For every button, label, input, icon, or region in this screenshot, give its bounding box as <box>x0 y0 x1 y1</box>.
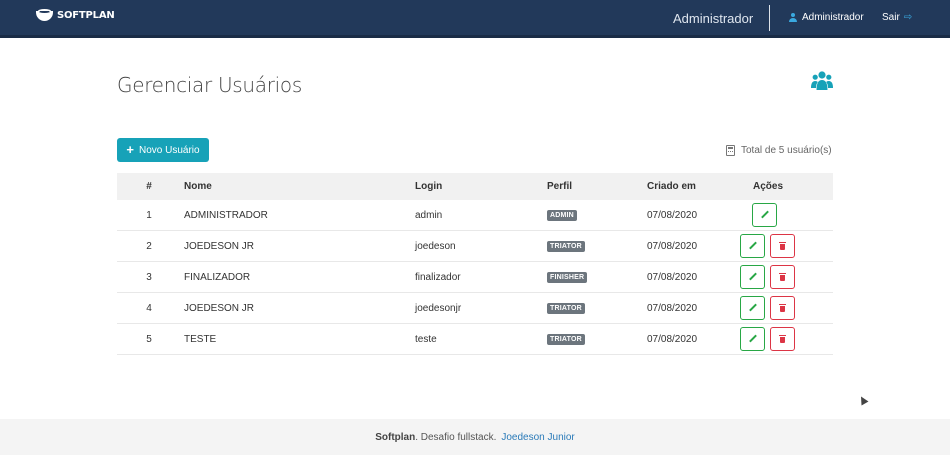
trash-icon <box>779 335 786 343</box>
trash-icon <box>779 273 786 281</box>
table-row: 2 JOEDESON JR joedeson TRIATOR 07/08/202… <box>117 231 833 262</box>
cell-date: 07/08/2020 <box>647 240 698 252</box>
cell-name: JOEDESON JR <box>184 302 255 314</box>
edit-button[interactable] <box>752 203 777 227</box>
row-actions <box>740 296 800 320</box>
pencil-icon <box>749 273 757 281</box>
user-icon <box>789 13 797 22</box>
pencil-icon <box>749 304 757 312</box>
perfil-badge: FINISHER <box>547 271 588 283</box>
logout-link[interactable]: Sair ⇨ <box>882 12 912 23</box>
logout-label: Sair <box>882 12 900 23</box>
cell-login: joedeson <box>415 240 456 252</box>
row-actions <box>752 203 782 227</box>
edit-button[interactable] <box>740 234 765 258</box>
new-user-label: Novo Usuário <box>139 144 200 156</box>
pencil-icon <box>749 335 757 343</box>
header-date: Criado em <box>647 181 696 192</box>
cell-num: 2 <box>146 240 152 252</box>
sign-out-icon: ⇨ <box>903 12 913 23</box>
page-title: Gerenciar Usuários <box>117 73 302 97</box>
nav-user-link[interactable]: Administrador <box>789 12 864 23</box>
cell-login: joedesonjr <box>415 302 462 314</box>
nav-user-name: Administrador <box>802 12 864 23</box>
header-login: Login <box>415 181 443 192</box>
perfil-badge: TRIATOR <box>547 240 585 252</box>
table-row: 3 FINALIZADOR finalizador FINISHER 07/08… <box>117 262 833 293</box>
row-actions <box>740 234 800 258</box>
softplan-logo-icon <box>36 9 53 21</box>
edit-button[interactable] <box>740 327 765 351</box>
table-row: 4 JOEDESON JR joedesonjr TRIATOR 07/08/2… <box>117 293 833 324</box>
footer-company: Softplan <box>375 431 416 443</box>
perfil-badge: TRIATOR <box>547 302 585 314</box>
pencil-icon <box>761 211 769 219</box>
brand-text: SOFTPLAN <box>57 9 115 21</box>
cell-name: JOEDESON JR <box>184 240 255 252</box>
cell-num: 1 <box>146 209 152 221</box>
cell-login: teste <box>415 333 437 345</box>
cell-name: FINALIZADOR <box>184 271 251 283</box>
nav-divider <box>769 5 770 31</box>
total-users: Total de 5 usuário(s) <box>726 145 832 156</box>
cell-name: TESTE <box>184 333 217 345</box>
table-header: # Nome Login Perfil Criado em Ações <box>117 173 833 200</box>
page-footer: Softplan . Desafio fullstack. Joedeson J… <box>0 419 950 455</box>
delete-button[interactable] <box>770 265 795 289</box>
perfil-badge: ADMIN <box>547 209 577 221</box>
pencil-icon <box>749 242 757 250</box>
header-actions: Ações <box>753 181 784 192</box>
header-name: Nome <box>184 181 212 192</box>
delete-button[interactable] <box>770 296 795 320</box>
total-users-label: Total de 5 usuário(s) <box>741 145 832 156</box>
edit-button[interactable] <box>740 296 765 320</box>
users-icon <box>811 71 833 90</box>
cell-login: finalizador <box>415 271 461 283</box>
header-num: # <box>146 181 152 192</box>
cell-num: 4 <box>146 302 152 314</box>
perfil-badge: TRIATOR <box>547 333 585 345</box>
delete-button[interactable] <box>770 327 795 351</box>
plus-icon: + <box>126 142 134 157</box>
footer-text: . Desafio fullstack. <box>415 431 497 443</box>
top-navbar: SOFTPLAN Administrador Administrador Sai… <box>0 0 950 38</box>
cell-num: 5 <box>146 333 152 345</box>
cell-date: 07/08/2020 <box>647 333 698 345</box>
row-actions <box>740 265 800 289</box>
delete-button[interactable] <box>770 234 795 258</box>
trash-icon <box>779 242 786 250</box>
calculator-icon <box>726 145 735 156</box>
row-actions <box>740 327 800 351</box>
table-row: 1 ADMINISTRADOR admin ADMIN 07/08/2020 <box>117 200 833 231</box>
users-table: # Nome Login Perfil Criado em Ações 1 AD… <box>117 173 833 355</box>
cell-date: 07/08/2020 <box>647 302 698 314</box>
table-row: 5 TESTE teste TRIATOR 07/08/2020 <box>117 324 833 355</box>
edit-button[interactable] <box>740 265 765 289</box>
cell-date: 07/08/2020 <box>647 271 698 283</box>
mouse-cursor-icon <box>857 394 869 406</box>
header-perfil: Perfil <box>547 181 573 192</box>
brand-logo[interactable]: SOFTPLAN <box>36 9 115 21</box>
cell-num: 3 <box>146 271 152 283</box>
footer-author-link[interactable]: Joedeson Junior <box>501 432 574 443</box>
trash-icon <box>779 304 786 312</box>
cell-date: 07/08/2020 <box>647 209 698 221</box>
cell-name: ADMINISTRADOR <box>184 209 268 221</box>
nav-role-label: Administrador <box>673 11 754 26</box>
new-user-button[interactable]: + Novo Usuário <box>117 138 209 162</box>
cell-login: admin <box>415 209 443 221</box>
